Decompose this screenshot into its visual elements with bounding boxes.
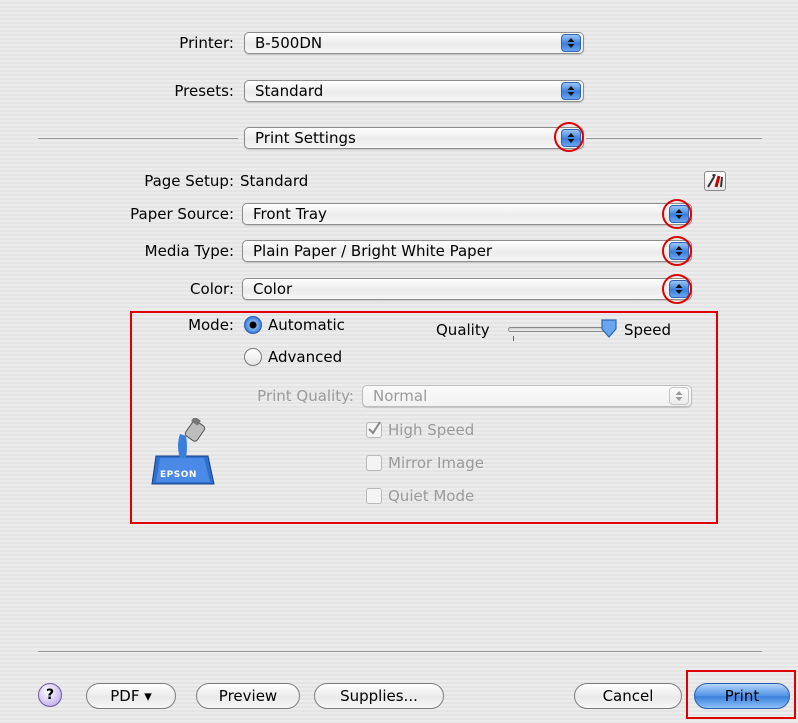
quiet-mode-label: Quiet Mode [388, 487, 475, 505]
paper-source-label: Paper Source: [130, 205, 234, 223]
highlight-circle [662, 199, 692, 229]
advanced-radio[interactable] [244, 348, 262, 366]
high-speed-label: High Speed [388, 421, 475, 439]
popup-arrows-icon [561, 34, 581, 52]
high-speed-checkbox[interactable] [366, 421, 382, 438]
presets-value: Standard [255, 82, 324, 100]
automatic-label: Automatic [268, 316, 345, 334]
preview-button[interactable]: Preview [196, 683, 300, 709]
print-quality-popup[interactable]: Normal [362, 385, 692, 407]
pdf-button[interactable]: PDF ▾ [86, 683, 176, 709]
presets-popup[interactable]: Standard [244, 80, 584, 102]
mirror-image-label: Mirror Image [388, 454, 484, 472]
page-setup-value: Standard [240, 172, 309, 190]
color-value: Color [253, 280, 293, 298]
page-setup-label: Page Setup: [144, 172, 234, 190]
print-quality-label: Print Quality: [257, 387, 354, 405]
mode-label: Mode: [188, 316, 234, 334]
media-type-value: Plain Paper / Bright White Paper [253, 242, 493, 260]
panel-selector-popup[interactable]: Print Settings [244, 127, 584, 149]
highlight-circle [662, 274, 692, 304]
epson-logo-text: EPSON [160, 470, 197, 480]
checkmark-icon [368, 421, 381, 435]
paper-source-value: Front Tray [253, 205, 327, 223]
quiet-mode-checkbox[interactable] [366, 488, 382, 504]
panel-selector-value: Print Settings [255, 129, 356, 147]
popup-arrows-icon [561, 82, 581, 100]
color-label: Color: [190, 280, 234, 298]
separator-right [586, 138, 762, 139]
separator-left [38, 138, 238, 139]
popup-arrows-icon [669, 387, 689, 405]
highlight-circle [554, 122, 584, 152]
slider-knob-icon[interactable] [600, 318, 618, 340]
supplies-button[interactable]: Supplies... [314, 683, 444, 709]
bottom-separator [38, 651, 762, 652]
help-button[interactable]: ? [38, 683, 62, 707]
slider-quality-label: Quality [436, 321, 490, 339]
slider-tick [513, 336, 514, 341]
printer-label: Printer: [179, 34, 234, 52]
epson-logo: EPSON [150, 416, 220, 488]
slider-speed-label: Speed [624, 321, 672, 339]
print-quality-value: Normal [373, 387, 428, 405]
highlight-circle [662, 236, 692, 266]
help-icon: ? [45, 687, 55, 703]
advanced-label: Advanced [268, 348, 343, 366]
tools-icon [707, 174, 723, 188]
media-type-label: Media Type: [144, 242, 234, 260]
utility-button[interactable] [704, 171, 726, 191]
quality-speed-slider[interactable] [508, 327, 612, 332]
print-highlight-box [686, 670, 796, 719]
printer-popup[interactable]: B-500DN [244, 32, 584, 54]
mirror-image-checkbox[interactable] [366, 455, 382, 471]
media-type-popup[interactable]: Plain Paper / Bright White Paper [242, 240, 692, 262]
color-popup[interactable]: Color [242, 278, 692, 300]
presets-label: Presets: [174, 82, 234, 100]
automatic-radio[interactable] [244, 316, 262, 334]
paper-source-popup[interactable]: Front Tray [242, 203, 692, 225]
cancel-button[interactable]: Cancel [574, 683, 682, 709]
printer-value: B-500DN [255, 34, 323, 52]
